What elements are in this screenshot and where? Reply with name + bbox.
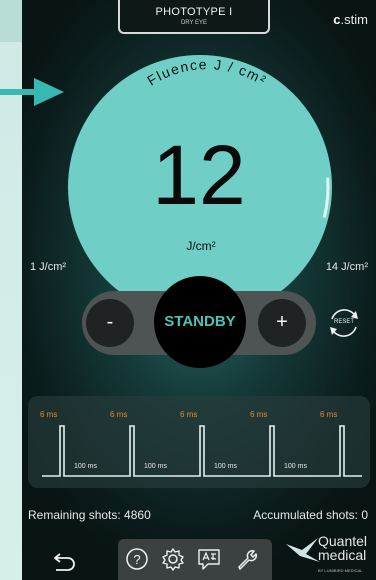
device-screen: PHOTOTYPE I DRY EYE c.stim Fluence J / c…	[22, 0, 376, 580]
pulse-gap-label: 100 ms	[214, 463, 237, 470]
pulse-duration-label: 6 ms	[180, 410, 198, 419]
pointer-arrow-icon	[0, 78, 64, 106]
pulse-gap-label: 100 ms	[284, 463, 307, 470]
pulse-duration-label: 6 ms	[40, 410, 58, 419]
wrench-icon[interactable]	[234, 546, 260, 572]
fluence-unit: J/cm²	[186, 239, 216, 253]
pulse-gap-label: 100 ms	[74, 463, 97, 470]
increase-button[interactable]: +	[258, 299, 306, 347]
pulse-train-diagram	[42, 425, 362, 477]
help-icon[interactable]: ?	[124, 546, 150, 572]
pulse-duration-label: 6 ms	[110, 410, 128, 419]
remaining-shots: Remaining shots: 4860	[28, 508, 151, 522]
pulse-gap-label: 100 ms	[144, 463, 167, 470]
back-icon[interactable]	[52, 550, 78, 572]
reset-arc-bottom-icon	[331, 326, 357, 337]
reset-label: RESET	[333, 319, 354, 325]
fluence-value: 12	[152, 128, 246, 222]
standby-button[interactable]: STANDBY	[154, 276, 246, 368]
max-fluence-label: 14 J/cm²	[325, 261, 368, 273]
language-icon[interactable]	[196, 546, 222, 572]
svg-text:?: ?	[133, 552, 140, 567]
settings-icon[interactable]	[160, 546, 186, 572]
side-panel-header	[0, 0, 24, 42]
pulse-duration-label: 6 ms	[320, 410, 338, 419]
accumulated-shots: Accumulated shots: 0	[253, 508, 368, 522]
decrease-button[interactable]: -	[86, 299, 134, 347]
reset-arc-top-icon	[331, 309, 357, 320]
min-fluence-label: 1 J/cm²	[30, 261, 67, 273]
logo-subtext: BY LUMIBIRD MEDICAL	[318, 568, 363, 573]
logo-text-line2: medical	[318, 547, 367, 563]
pulse-duration-label: 6 ms	[250, 410, 268, 419]
